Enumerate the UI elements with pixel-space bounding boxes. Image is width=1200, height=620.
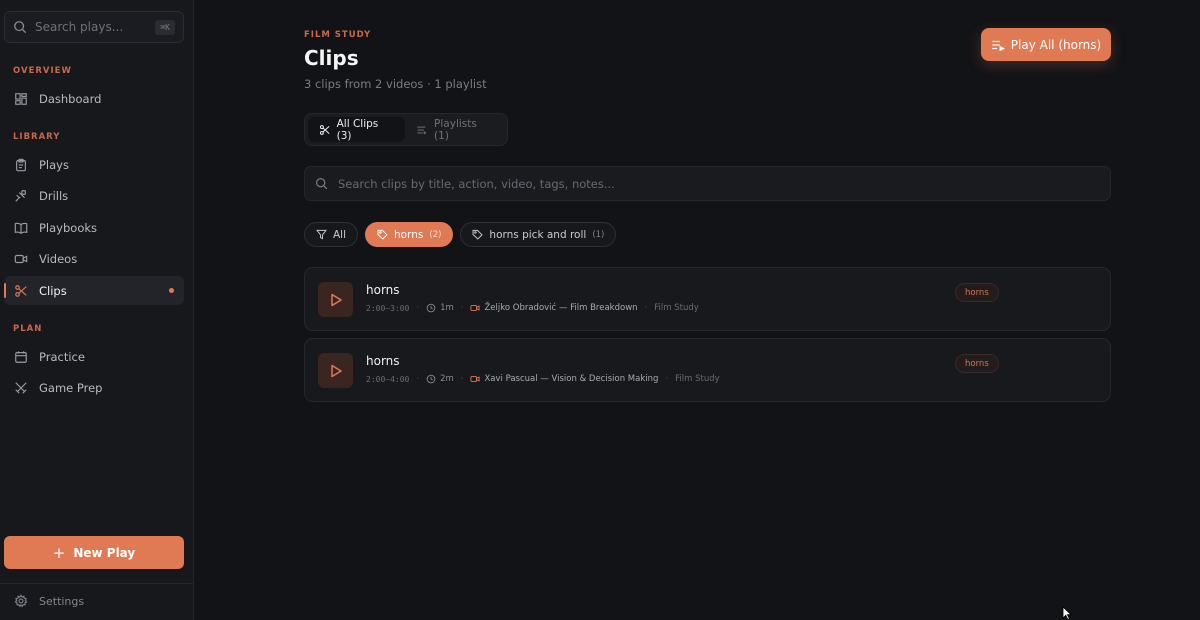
sidebar-item-videos[interactable]: Videos [4,244,184,273]
swords-icon [15,381,27,394]
new-play-button[interactable]: + New Play [4,536,184,569]
tag-icon [472,229,484,240]
chip-count: (2) [429,229,442,240]
filter-chip-horns-pick-and-roll[interactable]: horns pick and roll (1) [460,222,617,247]
play-icon [330,364,342,377]
clip-search-input[interactable]: Search clips by title, action, video, ta… [304,166,1111,201]
chip-count: (1) [592,229,605,240]
sidebar-item-label: Practice [39,349,85,364]
video-icon [470,376,480,382]
clip-row[interactable]: horns 2:00–4:00 · 2m · Xavi Pascual — Vi… [304,338,1111,402]
tag-icon [377,229,388,240]
search-icon [316,178,328,190]
clipboard-icon [16,158,26,171]
page-subtitle: 3 clips from 2 videos · 1 playlist [304,77,487,91]
section-plan: PLAN [13,324,43,334]
filter-icon [316,229,327,240]
play-all-button[interactable]: Play All (horns) [981,28,1111,61]
sidebar-item-drills[interactable]: Drills [4,181,184,210]
clip-category: Film Study [675,374,720,384]
gear-icon [14,594,28,608]
video-icon [470,305,480,311]
settings-link[interactable]: Settings [14,594,84,608]
play-icon [330,293,342,306]
playlist-play-icon [992,40,1005,51]
clip-duration: 1m [440,303,454,313]
search-icon [14,21,27,34]
clip-duration: 2m [440,374,454,384]
search-placeholder: Search plays... [35,20,124,34]
meta-separator: · [416,303,420,313]
tab-label: Playlists (1) [434,117,477,142]
sidebar-item-label: Videos [39,251,78,266]
filter-chip-all[interactable]: All [304,222,359,247]
section-overview: OVERVIEW [13,66,72,76]
sidebar-item-label: Plays [39,157,69,172]
sidebar-divider [0,583,194,584]
chip-label: All [333,228,347,241]
page-title: Clips [304,46,359,70]
plus-icon: + [52,543,66,562]
section-library: LIBRARY [13,132,61,142]
clip-play-button[interactable] [318,353,353,388]
clip-tag[interactable]: horns [955,354,999,373]
chip-label: horns pick and roll [489,228,587,241]
sidebar-item-label: Dashboard [39,91,102,106]
active-indicator-dot [169,288,174,293]
play-all-label: Play All (horns) [1010,37,1102,52]
meta-separator: · [460,303,464,313]
clip-play-button[interactable] [318,282,353,317]
list-icon [417,126,427,134]
sidebar-item-clips[interactable]: Clips [4,276,184,305]
sidebar-item-label: Playbooks [39,220,98,235]
meta-separator: · [460,374,464,384]
sidebar-item-label: Clips [39,283,67,298]
clip-video-title: Xavi Pascual — Vision & Decision Making [484,374,659,384]
meta-separator: · [416,374,420,384]
clock-icon [426,303,436,313]
dashboard-icon [15,92,27,105]
clip-category: Film Study [654,303,699,313]
tab-label: All Clips (3) [336,117,379,142]
clip-meta: 2:00–4:00 · 2m · Xavi Pascual — Vision &… [366,374,720,384]
view-tabs: All Clips (3) Playlists (1) [304,113,508,146]
clip-meta: 2:00–3:00 · 1m · Željko Obradović — Film… [366,303,699,313]
sidebar-item-label: Game Prep [39,380,103,395]
video-icon [14,254,28,263]
book-open-icon [14,222,28,234]
sidebar-item-label: Drills [39,188,69,203]
mouse-cursor-icon [1062,606,1072,620]
clip-tag[interactable]: horns [955,283,999,302]
search-shortcut: ⌘K [155,19,175,35]
tab-playlists[interactable]: Playlists (1) [405,117,504,142]
new-play-label: New Play [73,545,136,560]
sidebar: Search plays... ⌘K OVERVIEW Dashboard LI… [0,0,194,620]
settings-label: Settings [39,594,85,608]
sidebar-item-plays[interactable]: Plays [4,150,184,179]
sidebar-search[interactable]: Search plays... ⌘K [4,11,184,43]
tab-all-clips[interactable]: All Clips (3) [308,117,406,142]
sidebar-item-playbooks[interactable]: Playbooks [4,213,184,242]
page-eyebrow: FILM STUDY [304,30,372,40]
clip-timerange: 2:00–3:00 [366,303,410,313]
calendar-icon [15,350,27,363]
clip-title: horns [366,283,400,297]
filter-chip-horns[interactable]: horns (2) [365,222,454,247]
clip-title: horns [366,354,400,368]
tag-filters: All horns (2) horns pick and roll (1) [304,222,623,247]
sidebar-item-dashboard[interactable]: Dashboard [4,84,184,113]
clip-search-placeholder: Search clips by title, action, video, ta… [338,176,615,191]
drills-icon [15,189,26,202]
meta-separator: · [644,303,648,313]
meta-separator: · [665,374,669,384]
sidebar-item-game-prep[interactable]: Game Prep [4,373,184,402]
clip-timerange: 2:00–4:00 [366,374,410,384]
clock-icon [426,374,436,384]
clip-video-title: Željko Obradović — Film Breakdown [484,303,638,313]
scissors-icon [319,124,330,135]
clip-row[interactable]: horns 2:00–3:00 · 1m · Željko Obradović … [304,267,1111,331]
sidebar-item-practice[interactable]: Practice [4,342,184,371]
scissors-icon [15,284,27,297]
chip-label: horns [394,228,424,241]
